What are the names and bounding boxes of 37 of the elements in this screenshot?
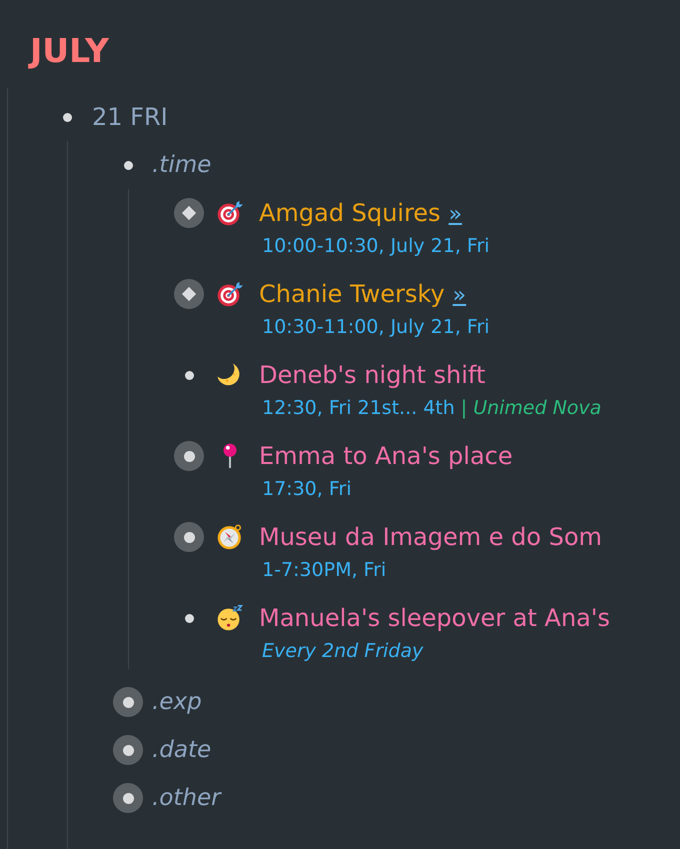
event-time: 10:30-11:00, July 21, Fri (262, 315, 490, 340)
event-title: Museu da Imagem e do Som (259, 522, 602, 553)
separator: | (460, 396, 468, 421)
event-time: 1-7:30PM, Fri (262, 558, 386, 583)
event-location: Unimed Nova (473, 396, 602, 421)
collapsed-bullet[interactable] (174, 441, 204, 471)
collapsed-bullet[interactable] (113, 783, 143, 813)
collapsed-bullet[interactable] (113, 735, 143, 765)
event-time: Every 2nd Friday (262, 639, 424, 664)
event-title: Chanie Twersky (259, 279, 445, 310)
event-title: Amgad Squires (259, 198, 441, 229)
event-time: 12:30, Fri 21st... 4th (262, 396, 455, 421)
item-label: .time (152, 151, 212, 180)
bullet[interactable] (184, 370, 194, 380)
collapsed-bullet[interactable] (174, 522, 204, 552)
diamond-bullet[interactable] (174, 279, 204, 309)
dart-target-icon (217, 281, 243, 307)
bullet[interactable] (184, 614, 194, 622)
bullet[interactable] (124, 160, 132, 170)
month-heading: JULY (30, 32, 109, 70)
event-title: Deneb's night shift (259, 360, 486, 391)
event-title: Manuela's sleepover at Ana's (259, 603, 610, 634)
item-label: .date (152, 736, 212, 765)
sleeping-face-icon (217, 605, 243, 631)
event-time: 17:30, Fri (262, 477, 352, 502)
open-link[interactable]: » (452, 282, 466, 310)
diamond-bullet[interactable] (174, 198, 204, 228)
item-label: 21 FRI (92, 102, 168, 133)
item-label: .exp (152, 688, 202, 717)
dart-target-icon (217, 200, 243, 226)
open-link[interactable]: » (448, 201, 462, 229)
item-label: .other (152, 784, 221, 813)
collapsed-bullet[interactable] (113, 687, 143, 717)
bullet[interactable] (62, 112, 72, 122)
compass-icon (217, 524, 243, 550)
event-time: 10:00-10:30, July 21, Fri (262, 234, 490, 259)
event-title: Emma to Ana's place (259, 441, 513, 472)
